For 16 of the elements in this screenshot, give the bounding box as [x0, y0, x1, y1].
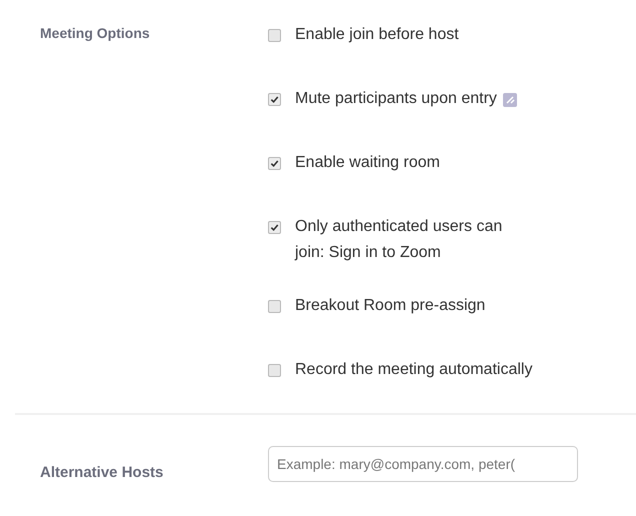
checkbox[interactable]: [268, 221, 281, 234]
checkbox[interactable]: [268, 157, 281, 170]
option-label: Only authenticated users can join: Sign in to Zoom: [295, 217, 504, 263]
option-label: Enable join before host: [295, 25, 459, 45]
option-label: Mute participants upon entry: [295, 89, 497, 109]
option-label: Enable waiting room: [295, 153, 440, 173]
checkbox[interactable]: [268, 93, 281, 106]
checkbox[interactable]: [268, 300, 281, 313]
option-label: Record the meeting automatically: [295, 360, 532, 380]
input-field[interactable]: Example: mary@company.com, peter(: [268, 446, 578, 482]
checkbox[interactable]: [268, 364, 281, 377]
section-label: Alternative Hosts: [39, 463, 164, 482]
info-icon[interactable]: [502, 93, 517, 107]
option-label: Breakout Room pre-assign: [295, 296, 486, 316]
section-label: Meeting Options: [39, 24, 151, 43]
checkbox[interactable]: [268, 29, 281, 42]
